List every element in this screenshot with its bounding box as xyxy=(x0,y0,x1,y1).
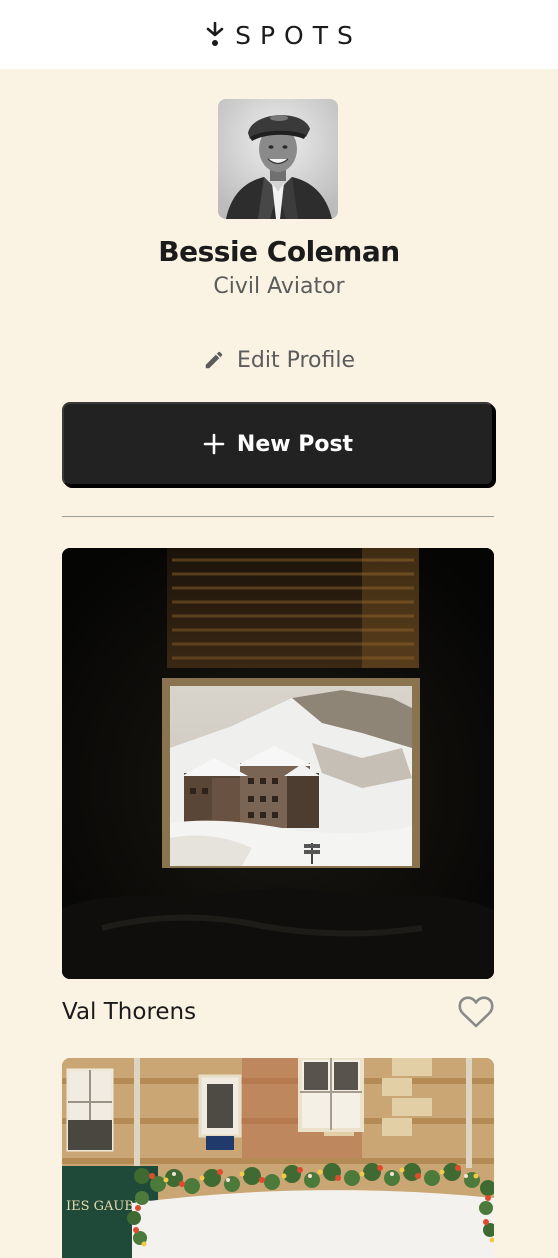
new-post-label: New Post xyxy=(236,431,354,457)
edit-profile-label: Edit Profile xyxy=(236,347,355,373)
post-image-2[interactable]: IES GAUBERT xyxy=(62,1058,494,1258)
profile-name: Bessie Coleman xyxy=(158,235,400,268)
spots-logo[interactable]: SPOTS xyxy=(0,18,558,52)
post-title: Val Thorens xyxy=(62,999,197,1025)
avatar xyxy=(218,99,338,219)
heart-outline-icon xyxy=(458,996,494,1028)
header: SPOTS xyxy=(0,0,558,69)
profile-description: Civil Aviator xyxy=(213,274,345,299)
like-button[interactable] xyxy=(457,994,495,1030)
edit-profile-button[interactable]: Edit Profile xyxy=(0,342,558,378)
divider xyxy=(62,516,494,517)
new-post-button[interactable]: New Post xyxy=(62,402,494,486)
pencil-icon xyxy=(205,351,223,369)
logo-text: SPOTS xyxy=(235,20,362,50)
plus-icon xyxy=(203,433,225,455)
post-image[interactable] xyxy=(62,548,494,979)
spots-logo-mark-icon xyxy=(206,22,224,46)
